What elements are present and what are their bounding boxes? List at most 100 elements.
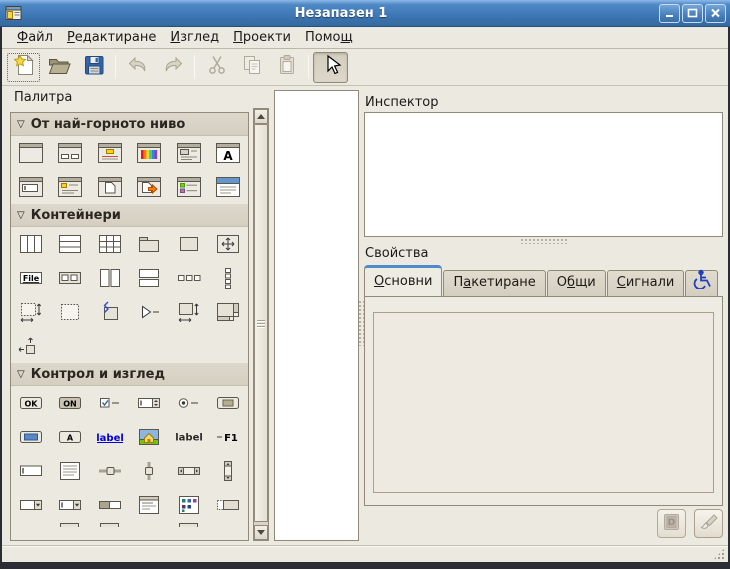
menu-0[interactable]: Файл	[10, 28, 60, 47]
palette-item-font-selection-dialog[interactable]: A	[209, 142, 249, 164]
design-canvas[interactable]	[274, 90, 359, 541]
scroll-up-button[interactable]	[254, 109, 268, 124]
palette-item-color-selection-dialog[interactable]	[130, 142, 170, 164]
maximize-button[interactable]	[682, 4, 703, 23]
scrollbar-thumb[interactable]	[254, 124, 268, 522]
menu-4[interactable]: Помощ	[298, 28, 360, 47]
palette-item-toolbar-widget[interactable]	[51, 267, 91, 289]
palette-item-text-view[interactable]	[51, 460, 91, 482]
palette-item-vscrollbar[interactable]	[209, 460, 249, 482]
palette-section-title: От най-горното ниво	[31, 117, 186, 132]
palette-item-cell-view[interactable]	[209, 494, 249, 516]
palette-item-tree-view[interactable]	[130, 494, 170, 516]
palette-item-label-widget[interactable]: label	[169, 426, 209, 448]
paned-handle-horizontal[interactable]	[520, 238, 568, 244]
devhelp-book-button[interactable]: D	[657, 509, 686, 538]
palette-item-aspect-frame[interactable]	[169, 301, 209, 323]
palette-item-message-dialog[interactable]	[90, 142, 130, 164]
palette-item-clipped[interactable]	[90, 522, 130, 527]
palette-item-file-chooser-dialog[interactable]	[169, 142, 209, 164]
palette-item-hbuttonbox[interactable]	[169, 267, 209, 289]
close-button[interactable]	[705, 4, 726, 23]
paste-icon	[275, 53, 299, 81]
paintbrush-button[interactable]	[694, 509, 723, 538]
open-button[interactable]	[41, 52, 76, 83]
palette-section-title: Контейнери	[31, 208, 121, 223]
palette-item-assistant[interactable]	[209, 176, 249, 198]
palette-item-spin-button[interactable]	[130, 392, 170, 414]
palette-item-hpaned[interactable]	[90, 267, 130, 289]
palette-item-link-button[interactable]: label	[90, 426, 130, 448]
palette-item-entry[interactable]	[11, 460, 51, 482]
properties-empty-area	[373, 312, 714, 493]
minimize-button[interactable]	[659, 4, 680, 23]
palette-item-vscale[interactable]	[130, 460, 170, 482]
palette-item-file-chooser-button[interactable]	[209, 392, 249, 414]
palette-item-vbuttonbox[interactable]	[209, 267, 249, 290]
tab-2[interactable]: Общи	[547, 270, 606, 296]
palette-section-header[interactable]: ▽Контейнери	[11, 204, 248, 227]
palette-item-page-dialog[interactable]	[90, 176, 130, 198]
palette-item-vpaned[interactable]	[130, 267, 170, 289]
paste-button[interactable]	[269, 52, 304, 83]
palette-item-layout[interactable]	[209, 301, 249, 323]
palette-item-toggle-button[interactable]: ON	[51, 392, 91, 414]
palette-item-viewport[interactable]	[51, 301, 91, 323]
palette-section-header[interactable]: ▽От най-горното ниво	[11, 113, 248, 136]
palette-item-button[interactable]: OK	[11, 392, 51, 414]
tab-0[interactable]: Основни	[364, 265, 442, 296]
palette-item-alignment[interactable]	[11, 335, 51, 357]
palette-section-title: Контрол и изглед	[31, 367, 165, 382]
menu-2[interactable]: Изглед	[163, 28, 226, 47]
palette-item-vbox[interactable]	[11, 233, 51, 255]
undo-button[interactable]	[120, 52, 155, 83]
palette-item-accel-label[interactable]: F1	[209, 426, 249, 448]
menu-1[interactable]: Редактиране	[60, 28, 163, 47]
palette-item-image[interactable]	[130, 426, 170, 448]
tab-accessibility[interactable]	[685, 270, 718, 296]
palette-scrollbar[interactable]	[253, 108, 269, 541]
palette-item-handle-box[interactable]	[90, 301, 130, 323]
copy-button[interactable]	[234, 52, 269, 83]
palette-item-font-button[interactable]: A	[51, 426, 91, 448]
save-button[interactable]	[76, 52, 111, 83]
palette-item-clipped[interactable]	[51, 522, 91, 527]
new-button[interactable]	[6, 52, 41, 83]
titlebar[interactable]: Незапазен 1	[0, 0, 730, 27]
palette-item-hbox[interactable]	[51, 233, 91, 255]
palette-item-window[interactable]	[11, 142, 51, 164]
inspector-tree[interactable]	[364, 112, 723, 237]
scroll-down-button[interactable]	[254, 525, 268, 540]
palette-item-recent-chooser-dialog[interactable]	[130, 176, 170, 198]
palette-item-entry-dialog[interactable]	[11, 176, 51, 198]
palette-item-combo-box[interactable]	[11, 494, 51, 516]
palette-item-table[interactable]	[90, 233, 130, 255]
palette-item-color-button[interactable]	[11, 426, 51, 448]
palette-item-hscale[interactable]	[90, 460, 130, 482]
palette-item-hscrollbar[interactable]	[169, 460, 209, 482]
palette-section-header[interactable]: ▽Контрол и изглед	[11, 363, 248, 386]
palette-item-icon-view[interactable]	[169, 494, 209, 516]
window-controls	[659, 4, 726, 23]
palette-item-scrolled-window[interactable]	[11, 301, 51, 323]
palette-item-expander[interactable]	[130, 301, 170, 323]
palette-item-radio-button[interactable]	[169, 392, 209, 414]
palette-item-clipped[interactable]	[169, 522, 209, 527]
palette-item-frame[interactable]	[169, 233, 209, 255]
palette-item-tree-dialog[interactable]	[169, 176, 209, 198]
palette-item-combo-box-entry[interactable]	[51, 494, 91, 516]
palette-item-progress-bar[interactable]	[90, 494, 130, 516]
palette-item-notebook[interactable]	[130, 233, 170, 255]
tab-1[interactable]: Пакетиране	[443, 270, 545, 296]
palette-item-check-button[interactable]	[90, 392, 130, 414]
palette: ▽От най-горното ниво A ▽Контейнери File ▽Кон…	[10, 112, 249, 541]
palette-item-about-dialog[interactable]	[51, 176, 91, 198]
selector-button[interactable]	[313, 52, 348, 83]
palette-item-dialog[interactable]	[51, 142, 91, 164]
palette-item-fixed[interactable]	[209, 233, 249, 255]
redo-button[interactable]	[155, 52, 190, 83]
tab-3[interactable]: Сигнали	[607, 270, 685, 296]
cut-button[interactable]	[199, 52, 234, 83]
menu-3[interactable]: Проекти	[226, 28, 298, 47]
palette-item-menubar[interactable]: File	[11, 267, 51, 289]
